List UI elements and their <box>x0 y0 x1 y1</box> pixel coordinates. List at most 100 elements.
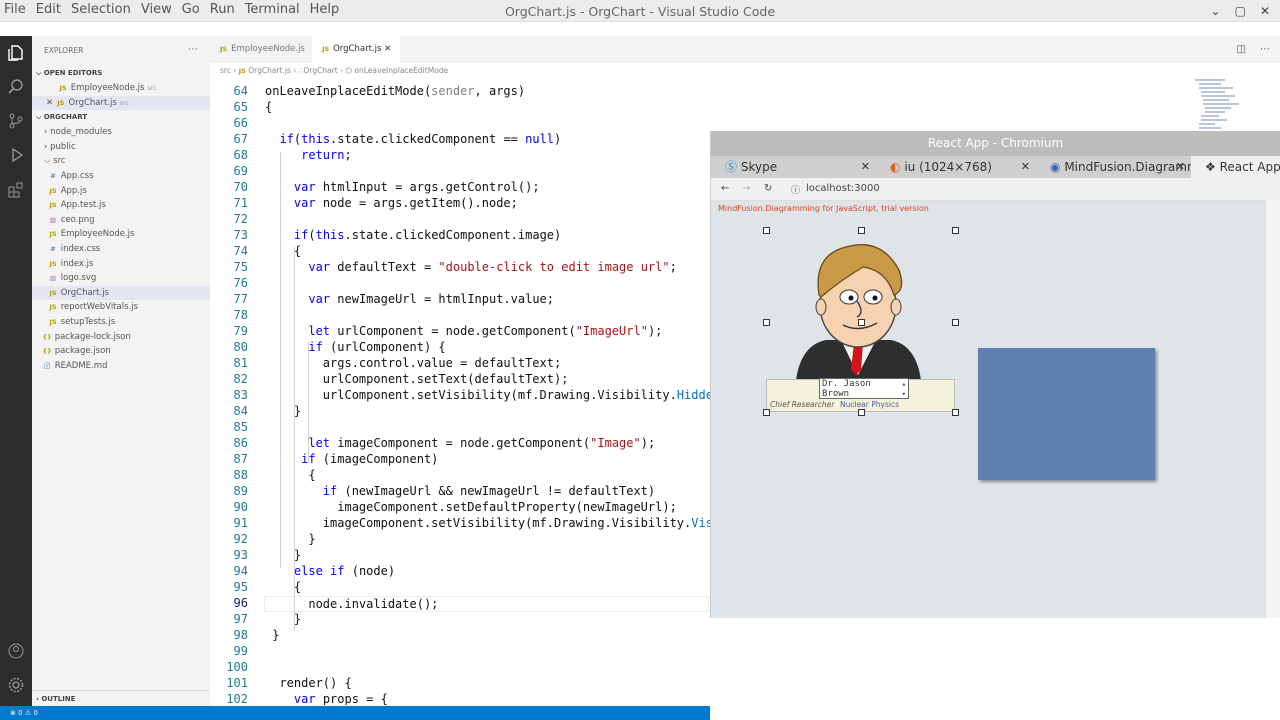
tree-item[interactable]: JS index.js <box>32 257 210 272</box>
resize-handle[interactable] <box>763 319 770 326</box>
code-line[interactable]: var newImageUrl = htmlInput.value; <box>265 292 554 306</box>
reload-icon[interactable]: ↻ <box>764 183 772 194</box>
code-line[interactable]: var node = args.getItem().node; <box>265 196 518 210</box>
tree-item[interactable]: ▧ ceo.png <box>32 213 210 228</box>
tree-item[interactable]: JS setupTests.js <box>32 315 210 330</box>
search-icon[interactable] <box>0 70 32 104</box>
tab-orgchart[interactable]: JS OrgChart.js ✕ <box>312 36 400 63</box>
browser-tab-react-app[interactable]: ❖ React App <box>1191 156 1280 178</box>
tree-item[interactable]: › node_modules <box>32 125 210 140</box>
tree-item[interactable]: JS EmployeeNode.js <box>32 227 210 242</box>
code-editor[interactable]: 64 onLeaveInplaceEditMode(sender, args) 65… <box>210 78 710 705</box>
code-line[interactable]: { <box>265 580 301 594</box>
minimize-icon[interactable]: ⌄ <box>1211 4 1221 18</box>
open-editor-item[interactable]: JS EmployeeNode.js src <box>32 81 210 96</box>
open-editors-section[interactable]: ⌵ OPEN EDITORS <box>32 66 210 81</box>
tab-employeenode[interactable]: JS EmployeeNode.js <box>210 36 312 63</box>
resize-handle[interactable] <box>952 227 959 234</box>
breadcrumb-item[interactable]: OrgChart.js <box>248 66 291 75</box>
close-editor-icon[interactable]: ✕ <box>46 98 53 108</box>
code-line[interactable]: } <box>265 612 301 626</box>
minimap[interactable] <box>1195 78 1250 133</box>
more-actions-icon[interactable]: ⋯ <box>1260 44 1270 55</box>
tree-item[interactable]: ▧ logo.svg <box>32 271 210 286</box>
browser-tab-skype[interactable]: Ⓢ Skype ✕ <box>711 156 876 178</box>
resize-handle[interactable] <box>858 319 865 326</box>
code-line[interactable]: if (imageComponent) <box>265 452 438 466</box>
source-control-icon[interactable] <box>0 104 32 138</box>
tree-item[interactable]: ⌵ src <box>32 154 210 169</box>
code-line[interactable]: return; <box>265 148 352 162</box>
tree-item[interactable]: JS App.js <box>32 184 210 199</box>
info-icon[interactable]: ⓘ <box>791 183 800 196</box>
open-editor-item[interactable]: ✕ JS OrgChart.js src <box>32 95 210 111</box>
close-icon[interactable]: ✕ <box>1260 4 1270 18</box>
code-line[interactable]: { <box>265 100 272 114</box>
breadcrumb-item[interactable]: OrgChart <box>303 66 337 75</box>
resize-handle[interactable] <box>763 409 770 416</box>
code-line[interactable]: node.invalidate(); <box>264 596 709 612</box>
breadcrumb-item[interactable]: src <box>220 66 231 75</box>
code-line[interactable]: else if (node) <box>265 564 395 578</box>
code-line[interactable]: if (newImageUrl && newImageUrl != defaul… <box>265 484 655 498</box>
code-line[interactable]: urlComponent.setVisibility(mf.Drawing.Vi… <box>265 388 710 402</box>
close-tab-icon[interactable]: ✕ <box>384 44 391 54</box>
more-actions-icon[interactable]: ⋯ <box>188 44 198 55</box>
warning-count[interactable]: 0 <box>33 709 37 717</box>
code-line[interactable]: } <box>265 532 315 546</box>
tree-item[interactable]: JS App.test.js <box>32 198 210 213</box>
browser-tab-mindfusion[interactable]: ◉ MindFusion.Diagramm ✕ <box>1036 156 1191 178</box>
code-line[interactable]: } <box>265 548 301 562</box>
code-line[interactable]: if(this.state.clickedComponent == null) <box>265 132 561 146</box>
outline-section[interactable]: › OUTLINE <box>32 690 210 706</box>
split-editor-icon[interactable]: ◫ <box>1237 44 1246 55</box>
code-line[interactable]: urlComponent.setText(defaultText); <box>265 372 569 386</box>
code-line[interactable]: let imageComponent = node.getComponent("… <box>265 436 655 450</box>
employee-node-info[interactable]: Dr. Jason Brown ▴ ▾ Chief Researcher Nucle… <box>766 378 955 412</box>
code-line[interactable]: if(this.state.clickedComponent.image) <box>265 228 561 242</box>
code-line[interactable]: imageComponent.setDefaultProperty(newIma… <box>265 500 677 514</box>
close-tab-icon[interactable]: ✕ <box>1176 156 1185 178</box>
browser-tab-iu[interactable]: ◐ iu (1024×768) ✕ <box>876 156 1036 178</box>
maximize-icon[interactable]: ▢ <box>1235 4 1246 18</box>
close-tab-icon[interactable]: ✕ <box>1021 156 1030 178</box>
tree-item[interactable]: › public <box>32 140 210 155</box>
url-field[interactable]: localhost:3000 <box>806 183 880 194</box>
code-line[interactable]: onLeaveInplaceEditMode(sender, args) <box>265 84 525 98</box>
code-line[interactable]: var defaultText = "double-click to edit … <box>265 260 676 274</box>
code-line[interactable]: imageComponent.setVisibility(mf.Drawing.… <box>265 516 710 530</box>
name-edit-textarea[interactable]: Dr. Jason Brown ▴ ▾ <box>819 378 909 399</box>
tree-item[interactable]: JS reportWebVitals.js <box>32 300 210 315</box>
spin-icon[interactable]: ▴ ▾ <box>902 379 906 399</box>
error-count[interactable]: 0 <box>18 709 22 717</box>
resize-handle[interactable] <box>763 227 770 234</box>
tree-item[interactable]: JS OrgChart.js <box>32 285 210 301</box>
tree-item[interactable]: ⓘ README.md <box>32 359 210 374</box>
resize-handle[interactable] <box>952 319 959 326</box>
page-scrollbar[interactable] <box>1266 200 1280 618</box>
tree-item[interactable]: {} package.json <box>32 344 210 359</box>
project-section[interactable]: ⌵ ORGCHART <box>32 110 210 125</box>
employee-portrait[interactable] <box>791 235 926 380</box>
code-line[interactable]: { <box>265 244 301 258</box>
code-line[interactable]: } <box>265 404 301 418</box>
breadcrumb-item[interactable]: onLeaveInplaceEditMode <box>354 66 448 75</box>
tree-item[interactable]: {} package-lock.json <box>32 330 210 345</box>
code-line[interactable]: var htmlInput = args.getControl(); <box>265 180 540 194</box>
tree-item[interactable]: # App.css <box>32 169 210 184</box>
run-debug-icon[interactable] <box>0 138 32 172</box>
code-line[interactable]: args.control.value = defaultText; <box>265 356 561 370</box>
code-line[interactable]: let urlComponent = node.getComponent("Im… <box>265 324 662 338</box>
resize-handle[interactable] <box>858 227 865 234</box>
extensions-icon[interactable] <box>0 172 32 206</box>
code-line[interactable]: } <box>265 628 279 642</box>
warning-icon[interactable]: ⚠ <box>25 709 31 717</box>
error-icon[interactable]: ⊗ <box>10 709 16 717</box>
account-icon[interactable] <box>0 634 32 668</box>
explorer-icon[interactable] <box>0 36 32 70</box>
close-tab-icon[interactable]: ✕ <box>861 156 870 178</box>
back-arrow-icon[interactable]: ← <box>721 183 729 194</box>
code-line[interactable]: var props = { <box>265 692 388 705</box>
tree-item[interactable]: # index.css <box>32 242 210 257</box>
blue-node-shape[interactable] <box>978 348 1155 480</box>
